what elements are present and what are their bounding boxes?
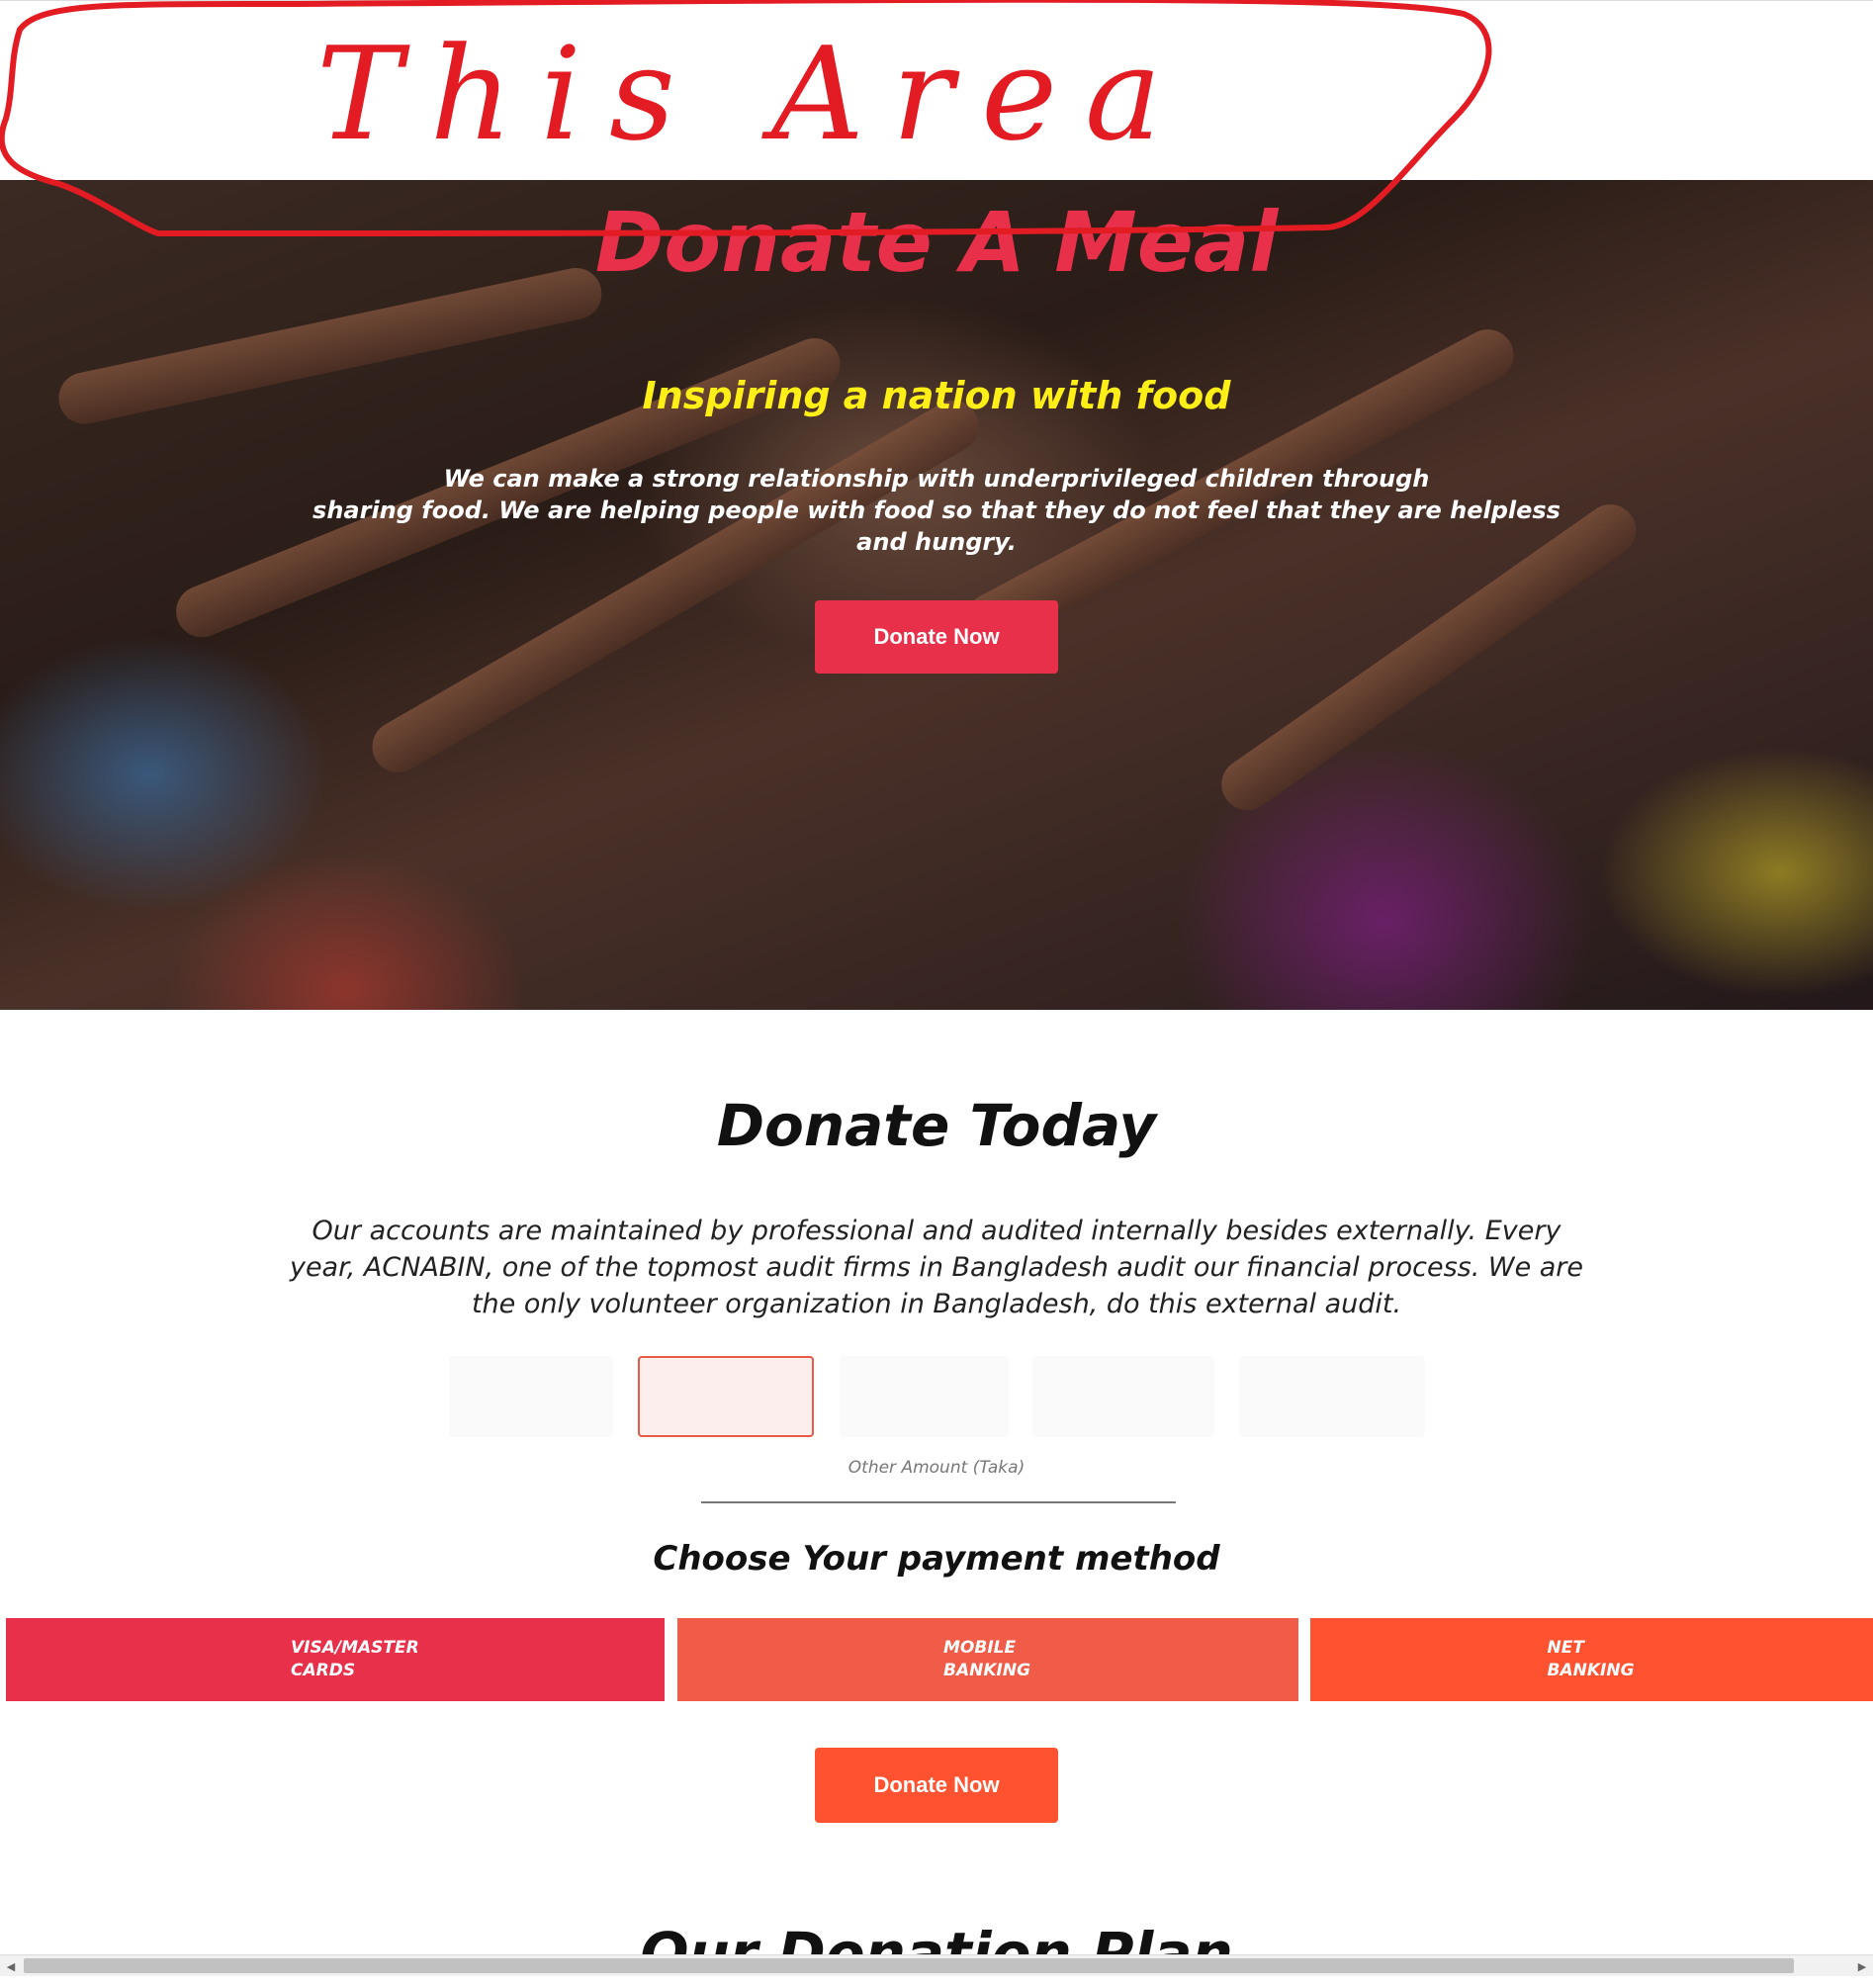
amount-option-4[interactable] <box>1032 1356 1214 1437</box>
payment-net-banking-label: NET BANKING <box>1547 1638 1635 1680</box>
hero-description: We can make a strong relationship with u… <box>297 463 1576 558</box>
other-amount-label: Other Amount (Taka) <box>847 1458 1026 1478</box>
hero-section: Donate A Meal Inspiring a nation with fo… <box>0 180 1873 1010</box>
top-blank-area <box>0 0 1873 180</box>
amount-option-3[interactable] <box>840 1356 1009 1437</box>
hero-title: Donate A Meal <box>594 194 1279 291</box>
amount-option-2[interactable] <box>638 1356 814 1437</box>
other-amount-input[interactable] <box>701 1476 1176 1503</box>
payment-donate-now-button[interactable]: Donate Now <box>815 1748 1058 1823</box>
arrow-left-icon[interactable]: ◀ <box>2 1957 20 1975</box>
hero-subtitle: Inspiring a nation with food <box>642 374 1231 417</box>
hero-donate-now-button[interactable]: Donate Now <box>815 600 1058 674</box>
donate-today-description: Our accounts are maintained by professio… <box>289 1216 1584 1319</box>
amount-option-5[interactable] <box>1239 1356 1425 1437</box>
arrow-right-icon[interactable]: ▶ <box>1853 1957 1871 1975</box>
hero-photo-detail <box>363 391 989 782</box>
payment-net-banking-button[interactable]: NET BANKING <box>1310 1618 1873 1701</box>
payment-mobile-banking-button[interactable]: MOBILE BANKING <box>677 1618 1298 1701</box>
amount-option-1[interactable] <box>449 1356 613 1437</box>
hero-description-line-1: We can make a strong relationship with u… <box>443 465 1430 493</box>
donate-today-title: Donate Today <box>716 1092 1157 1159</box>
payment-mobile-banking-label: MOBILE BANKING <box>943 1638 1031 1680</box>
donation-plan-title: Our Donation Plan <box>640 1920 1233 1987</box>
payment-visa-master-label: VISA/MASTER CARDS <box>291 1638 419 1680</box>
scrollbar-thumb[interactable] <box>24 1958 1794 1973</box>
payment-method-title: Choose Your payment method <box>653 1539 1220 1579</box>
hero-description-line-2: sharing food. We are helping people with… <box>312 497 1561 556</box>
payment-visa-master-button[interactable]: VISA/MASTER CARDS <box>6 1618 665 1701</box>
horizontal-scrollbar[interactable]: ◀ ▶ <box>0 1954 1873 1976</box>
